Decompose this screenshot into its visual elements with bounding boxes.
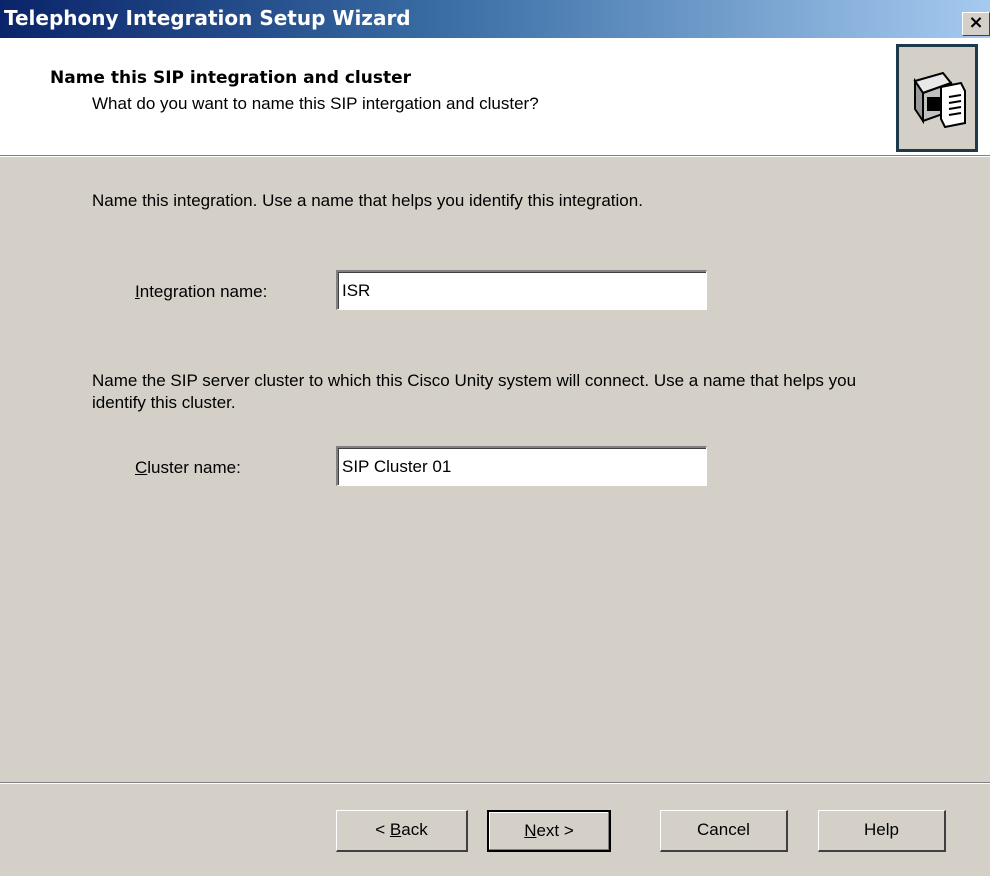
help-button[interactable]: Help xyxy=(818,810,946,852)
cluster-name-input[interactable] xyxy=(336,446,707,486)
cluster-intro-text: Name the SIP server cluster to which thi… xyxy=(92,371,857,412)
cancel-button[interactable]: Cancel xyxy=(660,810,788,852)
window-title: Telephony Integration Setup Wizard xyxy=(4,6,411,30)
close-icon: × xyxy=(968,12,984,33)
page-title: Name this SIP integration and cluster xyxy=(50,68,411,88)
integration-name-input[interactable] xyxy=(336,270,707,310)
footer-divider xyxy=(0,782,990,784)
close-button[interactable]: × xyxy=(962,12,990,36)
title-bar: Telephony Integration Setup Wizard × xyxy=(0,0,990,38)
back-button[interactable]: < Back xyxy=(336,810,468,852)
header-divider xyxy=(0,155,990,157)
integration-name-label: Integration name: xyxy=(135,282,268,301)
wizard-header: Name this SIP integration and cluster Wh… xyxy=(0,38,990,155)
integration-intro-text: Name this integration. Use a name that h… xyxy=(92,191,643,210)
page-subtitle: What do you want to name this SIP interg… xyxy=(92,94,539,113)
cluster-name-label: Cluster name: xyxy=(135,458,241,477)
wizard-computer-icon xyxy=(896,44,978,152)
next-button[interactable]: Next > xyxy=(487,810,611,852)
